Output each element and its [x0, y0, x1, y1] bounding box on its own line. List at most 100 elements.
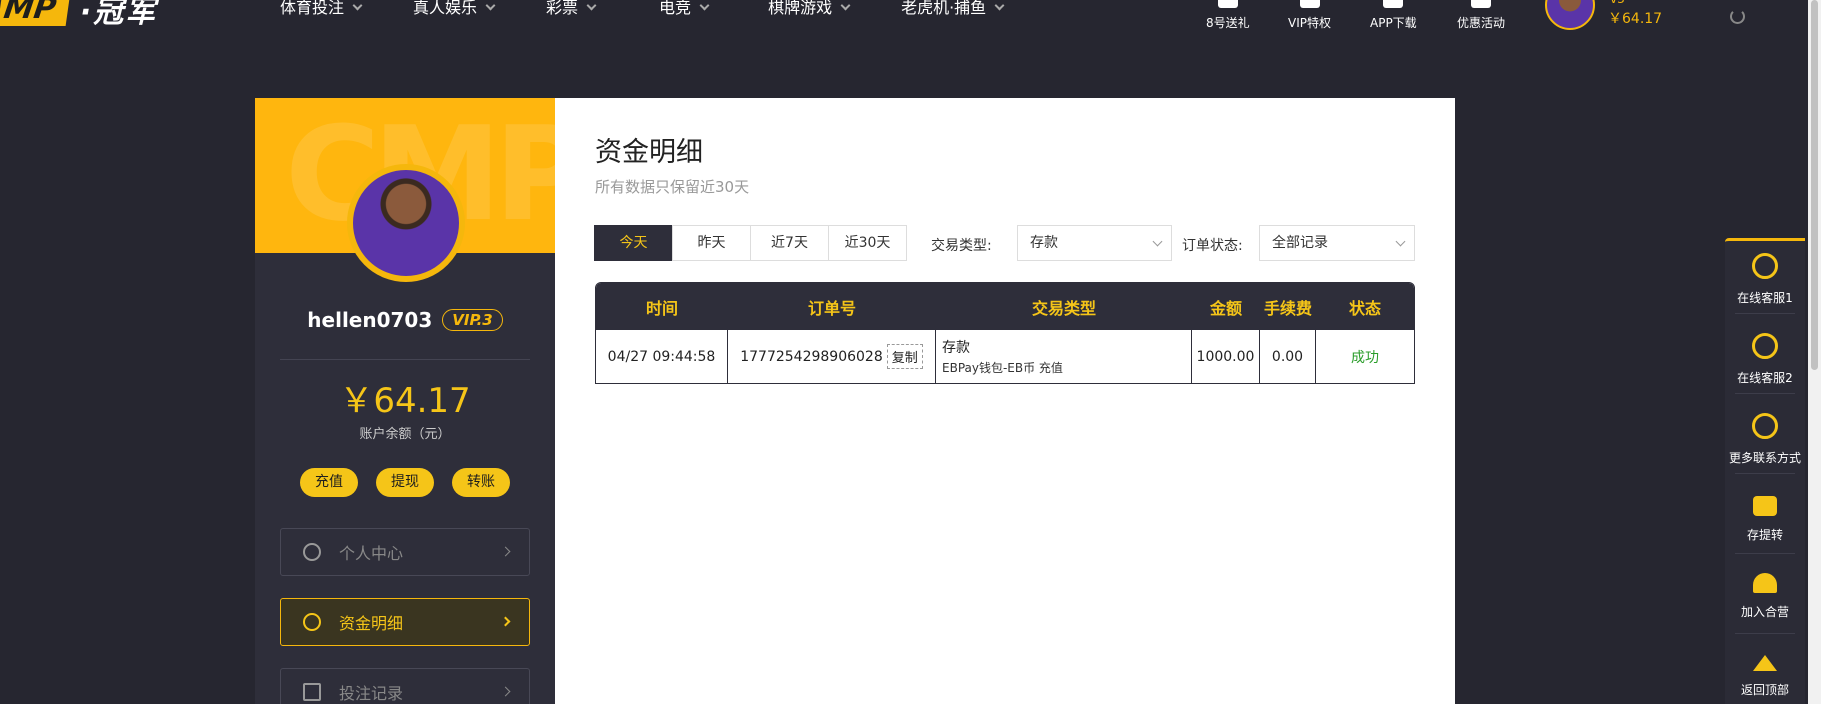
menu-fund-details[interactable]: 资金明细 — [280, 598, 530, 646]
support-2-button[interactable]: 在线客服2 — [1725, 333, 1805, 386]
scrollbar-thumb[interactable] — [1811, 0, 1818, 370]
vip-icon — [1299, 0, 1320, 8]
column-header: 金额 — [1209, 298, 1242, 318]
divider — [1735, 473, 1795, 474]
chevron-down-icon — [1152, 236, 1163, 247]
cell-status: 成功 — [1351, 349, 1379, 366]
account-balance: ￥64.17 — [339, 381, 471, 421]
nav-live-casino[interactable]: 真人娱乐 — [413, 0, 496, 17]
column-header: 订单号 — [807, 298, 856, 318]
chevron-down-icon — [994, 0, 1005, 10]
nav-label: 体育投注 — [280, 0, 345, 17]
deposit-button[interactable]: 充值 — [300, 468, 358, 497]
nav-label: 电竞 — [659, 0, 692, 17]
join-partner-button[interactable]: 加入合营 — [1725, 573, 1805, 620]
back-to-top-button[interactable]: 返回顶部 — [1725, 655, 1805, 698]
chevron-down-icon — [1395, 236, 1406, 247]
profile-sidebar: CMP hellen0703 VIP.3 ￥64.17 账户余额（元） 充值 提… — [255, 98, 555, 704]
quick-label: 优惠活动 — [1457, 16, 1506, 30]
chevron-right-icon — [500, 686, 511, 697]
nav-label: 老虎机·捕鱼 — [901, 0, 987, 17]
records-icon — [303, 683, 321, 701]
quick-label: VIP特权 — [1288, 16, 1331, 30]
menu-label: 资金明细 — [339, 614, 404, 633]
headset-icon — [1752, 333, 1778, 359]
quick-promo[interactable]: 优惠活动 — [1457, 0, 1505, 31]
nav-label: 彩票 — [546, 0, 579, 17]
type-detail: EBPay钱包-EB币 充值 — [942, 361, 1063, 375]
top-navbar: MP ·冠军 体育投注 真人娱乐 彩票 电竞 棋牌游戏 老虎机·捕鱼 8号送礼 … — [0, 0, 1821, 38]
main-nav: 体育投注 真人娱乐 彩票 电竞 棋牌游戏 老虎机·捕鱼 — [280, 0, 1059, 16]
wallet-label: 存提转 — [1746, 528, 1783, 542]
select-value: 存款 — [1030, 235, 1058, 251]
nav-esports[interactable]: 电竞 — [659, 0, 710, 17]
divider — [1735, 313, 1795, 314]
top-label: 返回顶部 — [1740, 683, 1789, 697]
copy-button[interactable]: 复制 — [886, 344, 923, 369]
page-title: 资金明细 — [595, 137, 703, 168]
chevron-down-icon — [485, 0, 496, 10]
headset-icon — [1752, 253, 1778, 279]
chevron-down-icon — [352, 0, 363, 10]
page-subtitle: 所有数据只保留近30天 — [595, 178, 750, 196]
chevron-down-icon — [840, 0, 851, 10]
phone-icon — [1383, 0, 1404, 8]
date-range-tabs: 今天 昨天 近7天 近30天 — [594, 225, 907, 261]
vip-badge: VIP.3 — [442, 309, 503, 331]
menu-label: 投注记录 — [339, 684, 404, 703]
column-header: 时间 — [645, 298, 678, 318]
nav-slots-fishing[interactable]: 老虎机·捕鱼 — [901, 0, 1005, 17]
refresh-icon[interactable] — [1730, 9, 1745, 24]
menu-personal-center[interactable]: 个人中心 — [280, 528, 530, 576]
wallet-icon — [1753, 496, 1777, 516]
wallet-button[interactable]: 存提转 — [1725, 496, 1805, 543]
chevron-right-icon — [500, 616, 511, 627]
quick-vip[interactable]: VIP特权 — [1288, 0, 1331, 31]
support-1-button[interactable]: 在线客服1 — [1725, 253, 1805, 306]
cell-type: 存款 EBPay钱包-EB币 充值 — [936, 330, 1192, 383]
headset-icon — [1752, 413, 1778, 439]
nav-label: 真人娱乐 — [413, 0, 478, 17]
nav-card-games[interactable]: 棋牌游戏 — [768, 0, 851, 17]
tab-30-days[interactable]: 近30天 — [828, 225, 907, 261]
logo-text: ·冠军 — [79, 0, 158, 30]
support-label: 在线客服1 — [1737, 291, 1793, 305]
site-logo[interactable]: MP ·冠军 — [0, 0, 158, 30]
order-number: 1777254298906028 — [740, 348, 883, 365]
more-contacts-button[interactable]: 更多联系方式 — [1725, 413, 1805, 466]
quick-app[interactable]: APP下载 — [1370, 0, 1417, 31]
tab-yesterday[interactable]: 昨天 — [672, 225, 751, 261]
withdraw-button[interactable]: 提现 — [376, 468, 434, 497]
chevron-down-icon — [699, 0, 710, 10]
username: hellen0703 — [307, 308, 433, 332]
tab-7-days[interactable]: 近7天 — [750, 225, 829, 261]
tab-today[interactable]: 今天 — [594, 225, 673, 261]
nav-lottery[interactable]: 彩票 — [546, 0, 597, 17]
divider — [1735, 553, 1795, 554]
type-name: 存款 — [942, 340, 970, 356]
username-row: hellen0703 VIP.3 — [255, 308, 555, 332]
quick-gift[interactable]: 8号送礼 — [1206, 0, 1250, 31]
cell-amount: 1000.00 — [1192, 330, 1260, 383]
profile-avatar — [347, 164, 465, 282]
support-label: 在线客服2 — [1737, 371, 1793, 385]
cell-order: 1777254298906028 复制 — [728, 330, 936, 383]
transaction-type-select[interactable]: 存款 — [1017, 225, 1172, 261]
nav-sports[interactable]: 体育投注 — [280, 0, 363, 17]
select-value: 全部记录 — [1272, 235, 1328, 251]
table-row: 04/27 09:44:58 1777254298906028 复制 存款 EB… — [596, 330, 1414, 383]
menu-bet-records[interactable]: 投注记录 — [280, 668, 530, 704]
transactions-table: 时间 订单号 交易类型 金额 手续费 状态 04/27 09:44:58 177… — [595, 282, 1415, 384]
menu-label: 个人中心 — [339, 544, 404, 563]
order-status-select[interactable]: 全部记录 — [1259, 225, 1415, 261]
user-avatar[interactable] — [1545, 0, 1595, 30]
top-balance: ￥64.17 — [1608, 11, 1663, 27]
transaction-type-label: 交易类型: — [931, 238, 992, 254]
gift-icon — [1217, 0, 1238, 8]
column-header: 状态 — [1348, 298, 1381, 318]
nav-label: 棋牌游戏 — [768, 0, 833, 17]
transfer-button[interactable]: 转账 — [452, 468, 510, 497]
top-vip-level: v3 — [1610, 0, 1625, 6]
column-header: 手续费 — [1263, 298, 1312, 318]
divider — [1735, 393, 1795, 394]
